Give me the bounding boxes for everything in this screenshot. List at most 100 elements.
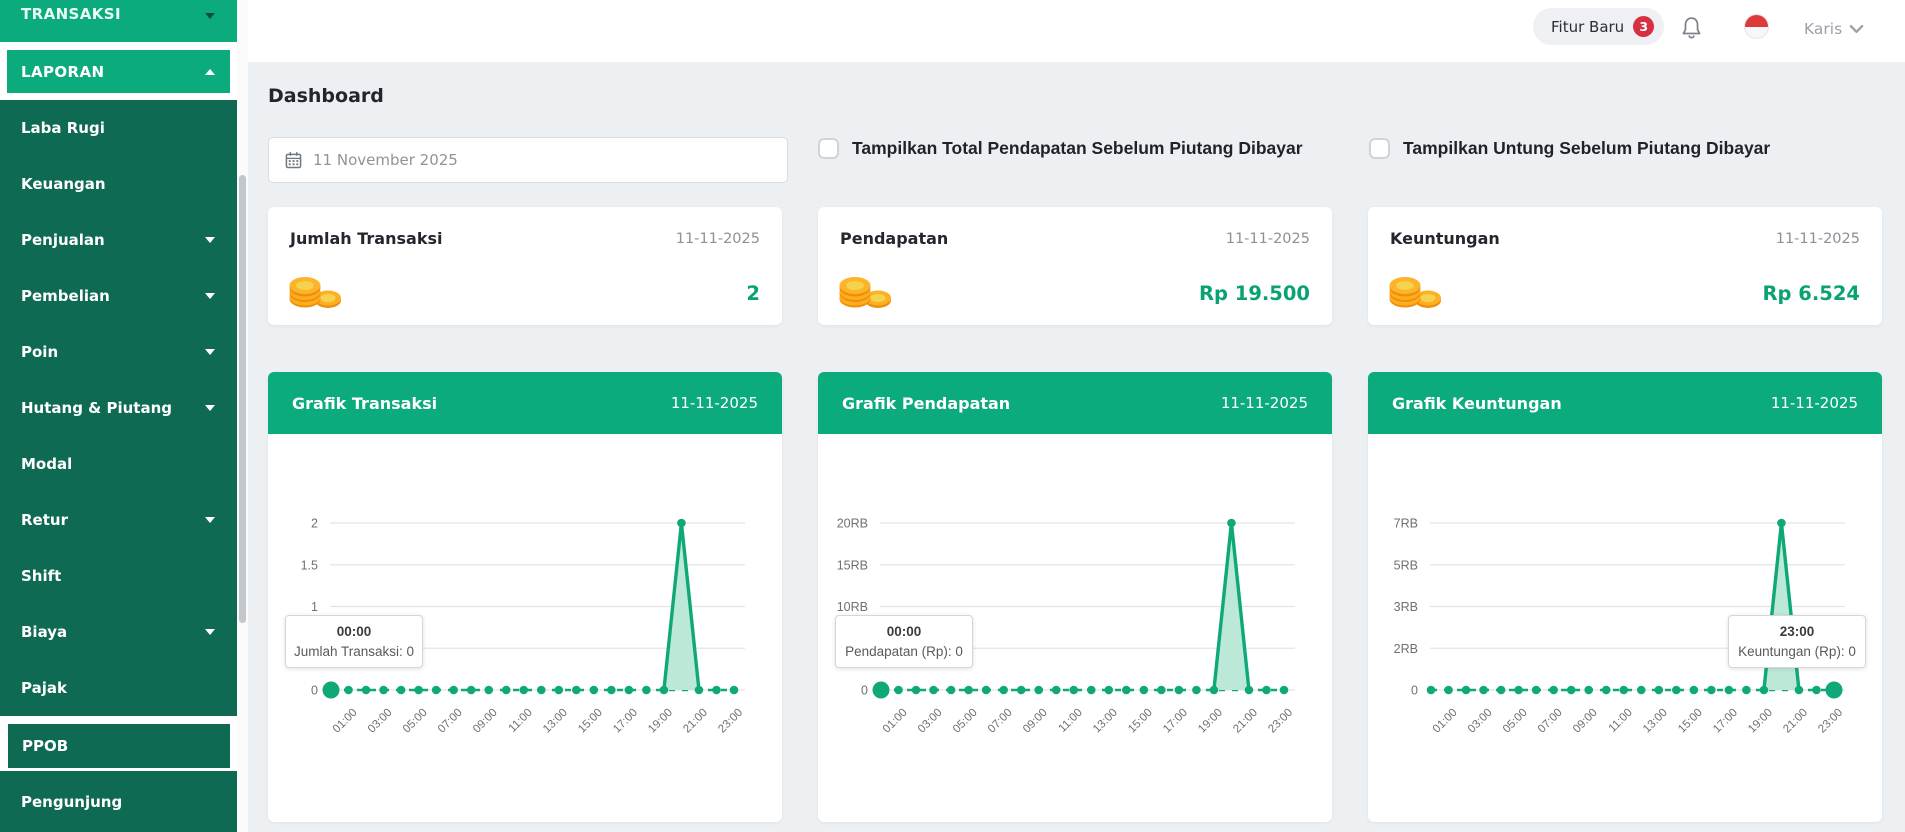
tooltip-body: Pendapatan (Rp): 0 (840, 644, 968, 659)
sidebar-item-pengunjung[interactable]: Pengunjung (0, 771, 237, 832)
sidebar-item-label: LAPORAN (21, 63, 104, 81)
sidebar-item-label: PPOB (22, 737, 68, 755)
svg-text:21:00: 21:00 (681, 707, 710, 736)
indonesia-flag-icon[interactable] (1744, 14, 1769, 39)
svg-text:15:00: 15:00 (576, 707, 605, 736)
chart-title: Grafik Transaksi (292, 394, 437, 413)
user-menu[interactable]: Karis (1804, 20, 1864, 38)
svg-text:17:00: 17:00 (1711, 707, 1740, 736)
sidebar-item-label: Biaya (21, 623, 67, 641)
sidebar-item-label: Poin (21, 343, 58, 361)
sidebar-scrollbar-track (237, 0, 248, 832)
sidebar-item-laporan[interactable]: LAPORAN (7, 50, 230, 93)
sidebar-item-modal[interactable]: Modal (0, 436, 237, 492)
sidebar-laporan-submenu: Laba Rugi Keuangan Penjualan Pembelian P… (0, 100, 237, 716)
svg-text:7RB: 7RB (1394, 517, 1418, 531)
sidebar-item-ppob[interactable]: PPOB (8, 724, 230, 768)
bell-icon[interactable] (1680, 15, 1703, 45)
sidebar: TRANSAKSI LAPORAN Laba Rugi Keuangan Pen… (0, 0, 237, 832)
svg-text:20RB: 20RB (837, 517, 868, 531)
svg-text:0: 0 (861, 684, 868, 698)
checkbox-box[interactable] (818, 138, 839, 159)
svg-text:3RB: 3RB (1394, 600, 1418, 614)
svg-text:05:00: 05:00 (951, 707, 980, 736)
chevron-up-icon (205, 69, 215, 75)
svg-text:1: 1 (311, 600, 318, 614)
sidebar-scrollbar-thumb[interactable] (239, 175, 246, 623)
sidebar-item-poin[interactable]: Poin (0, 324, 237, 380)
svg-text:5RB: 5RB (1394, 558, 1418, 572)
sidebar-item-label: Hutang & Piutang (21, 399, 172, 417)
date-picker-input[interactable]: 11 November 2025 (268, 137, 788, 183)
stat-date: 11-11-2025 (1226, 231, 1310, 247)
svg-text:15:00: 15:00 (1126, 707, 1155, 736)
sidebar-item-hutang-piutang[interactable]: Hutang & Piutang (0, 380, 237, 436)
sidebar-item-label: Pajak (21, 679, 67, 697)
svg-text:05:00: 05:00 (401, 707, 430, 736)
svg-text:23:00: 23:00 (1816, 707, 1845, 736)
svg-text:0: 0 (1411, 684, 1418, 698)
chart-title: Grafik Pendapatan (842, 394, 1010, 413)
chart-date: 11-11-2025 (1771, 394, 1858, 412)
stat-title: Pendapatan (840, 229, 948, 248)
sidebar-item-label: Laba Rugi (21, 119, 105, 137)
coins-icon (838, 269, 894, 313)
checkbox-total-pendapatan[interactable]: Tampilkan Total Pendapatan Sebelum Piuta… (818, 138, 1303, 159)
checkbox-label: Tampilkan Total Pendapatan Sebelum Piuta… (852, 138, 1303, 159)
stat-value: Rp 6.524 (1763, 282, 1860, 305)
chart-tooltip: 00:00 Jumlah Transaksi: 0 (285, 615, 423, 668)
tooltip-title: 00:00 (290, 624, 418, 639)
svg-text:11:00: 11:00 (1607, 707, 1635, 735)
stat-title: Jumlah Transaksi (290, 229, 442, 248)
svg-text:19:00: 19:00 (1746, 707, 1775, 736)
notification-count-badge: 3 (1633, 16, 1654, 37)
sidebar-item-label: Pengunjung (21, 793, 122, 811)
chart-card-header: Grafik Transaksi 11-11-2025 (268, 372, 782, 434)
chart-card-header: Grafik Pendapatan 11-11-2025 (818, 372, 1332, 434)
stat-date: 11-11-2025 (1776, 231, 1860, 247)
sidebar-item-keuangan[interactable]: Keuangan (0, 156, 237, 212)
sidebar-item-biaya[interactable]: Biaya (0, 604, 237, 660)
svg-text:1.5: 1.5 (301, 558, 318, 572)
coins-icon (288, 269, 344, 313)
sidebar-item-penjualan[interactable]: Penjualan (0, 212, 237, 268)
sidebar-item-label: Penjualan (21, 231, 105, 249)
stat-card-keuntungan: Keuntungan 11-11-2025 Rp 6.524 (1368, 207, 1882, 325)
chart-tooltip: 23:00 Keuntungan (Rp): 0 (1728, 615, 1866, 668)
chart-canvas[interactable]: 21.510.5001:0003:0005:0007:0009:0011:001… (268, 434, 782, 822)
svg-text:05:00: 05:00 (1501, 707, 1530, 736)
chart-canvas[interactable]: 7RB5RB3RB2RB001:0003:0005:0007:0009:0011… (1368, 434, 1882, 822)
sidebar-item-shift[interactable]: Shift (0, 548, 237, 604)
sidebar-item-laba-rugi[interactable]: Laba Rugi (0, 100, 237, 156)
svg-text:07:00: 07:00 (986, 707, 1015, 736)
chart-date: 11-11-2025 (1221, 394, 1308, 412)
svg-text:07:00: 07:00 (436, 707, 465, 736)
fitur-baru-button[interactable]: Fitur Baru 3 (1533, 8, 1664, 45)
chart-card-grafik-pendapatan: Grafik Pendapatan 11-11-2025 20RB15RB10R… (818, 372, 1332, 822)
chevron-down-icon (205, 629, 215, 635)
checkbox-box[interactable] (1369, 138, 1390, 159)
chart-canvas[interactable]: 20RB15RB10RB5RB001:0003:0005:0007:0009:0… (818, 434, 1332, 822)
chart-title: Grafik Keuntungan (1392, 394, 1562, 413)
chart-card-header: Grafik Keuntungan 11-11-2025 (1368, 372, 1882, 434)
svg-text:01:00: 01:00 (1431, 707, 1460, 736)
sidebar-item-label: Modal (21, 455, 72, 473)
chevron-down-icon (1849, 24, 1864, 34)
svg-text:19:00: 19:00 (646, 707, 675, 736)
stat-title: Keuntungan (1390, 229, 1500, 248)
sidebar-item-pajak[interactable]: Pajak (0, 660, 237, 716)
page-title: Dashboard (268, 85, 384, 107)
svg-text:0: 0 (311, 684, 318, 698)
chevron-down-icon (205, 237, 215, 243)
svg-text:13:00: 13:00 (541, 707, 570, 736)
sidebar-item-label: Pembelian (21, 287, 110, 305)
checkbox-untung[interactable]: Tampilkan Untung Sebelum Piutang Dibayar (1369, 138, 1770, 159)
svg-text:17:00: 17:00 (1161, 707, 1190, 736)
sidebar-item-pembelian[interactable]: Pembelian (0, 268, 237, 324)
stat-card-jumlah-transaksi: Jumlah Transaksi 11-11-2025 2 (268, 207, 782, 325)
chevron-down-icon (205, 349, 215, 355)
checkbox-label: Tampilkan Untung Sebelum Piutang Dibayar (1403, 138, 1770, 159)
sidebar-item-transaksi[interactable]: TRANSAKSI (0, 0, 237, 42)
coins-icon (1388, 269, 1444, 313)
sidebar-item-retur[interactable]: Retur (0, 492, 237, 548)
